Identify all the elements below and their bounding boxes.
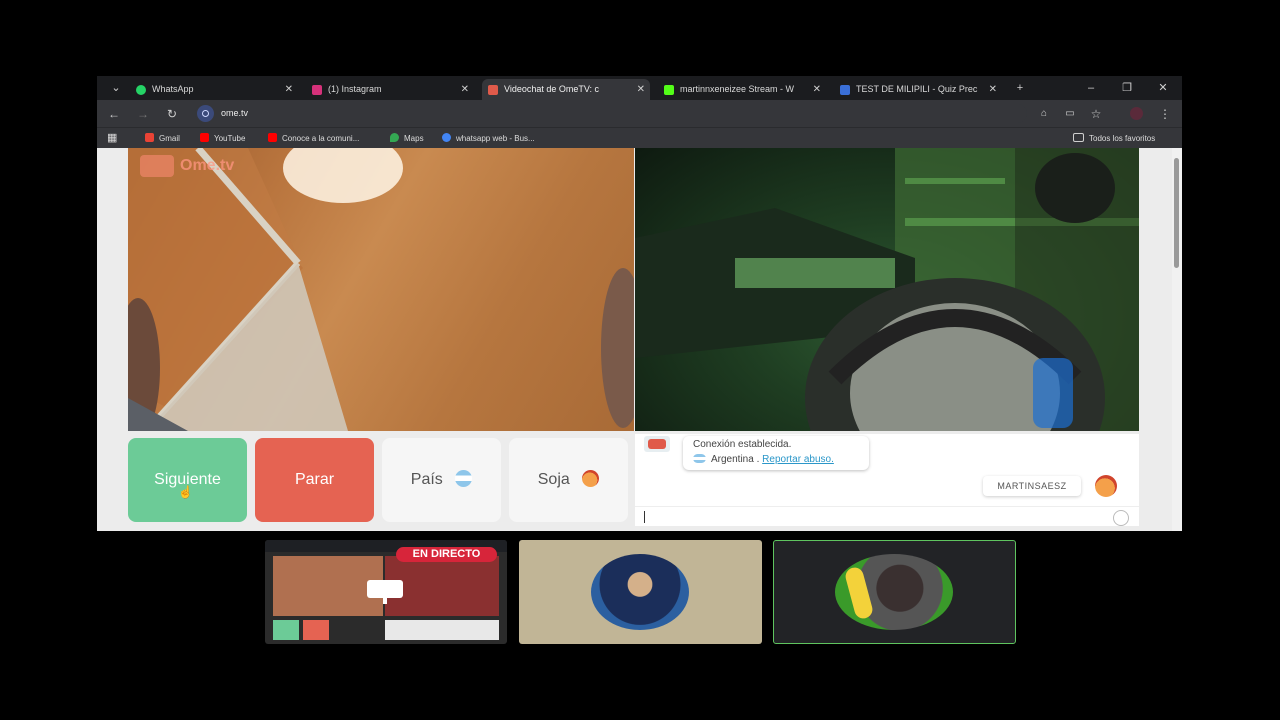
address-bar[interactable]: ome.tv	[195, 104, 1027, 123]
participant-thumbnail[interactable]	[519, 540, 762, 644]
ometv-page: Ome.tv Siguiente ☝ Parar País Soja Conex…	[97, 148, 1172, 531]
gender-button[interactable]: Soja	[509, 438, 628, 522]
tab-search-icon[interactable]: ⌄	[103, 79, 129, 97]
youtube-icon	[200, 133, 209, 142]
emoji-picker-icon[interactable]	[1113, 510, 1129, 526]
folder-icon	[1073, 133, 1084, 142]
restore-button[interactable]: ❐	[1114, 79, 1140, 97]
bookmark-label: YouTube	[214, 134, 246, 143]
argentina-flag-icon	[455, 470, 473, 487]
profile-avatar[interactable]	[1127, 105, 1145, 123]
bookmark-label: Gmail	[159, 134, 180, 143]
tab-label: WhatsApp	[152, 84, 194, 94]
bookmark-star-icon[interactable]: ☆	[1087, 105, 1105, 123]
reload-icon[interactable]: ↻	[163, 105, 181, 123]
apps-grid-icon[interactable]: ▦	[107, 128, 117, 149]
user-avatar-icon	[1095, 475, 1117, 497]
tab-ometv[interactable]: Videochat de OmeTV: c ✕	[482, 79, 650, 100]
menu-icon[interactable]: ⋮	[1156, 105, 1174, 123]
ometv-logo: Ome.tv	[140, 155, 236, 179]
bookmarks-bar: ▦ Gmail YouTube Conoce a la comuni... Ma…	[97, 127, 1182, 149]
ometv-logo-icon	[140, 155, 174, 177]
youtube-icon	[268, 133, 277, 142]
browser-window: ⌄ WhatsApp ✕ (1) Instagram ✕ Videochat d…	[97, 76, 1182, 531]
bookmark-gmail[interactable]: Gmail	[145, 128, 180, 149]
tab-label: Videochat de OmeTV: c	[504, 84, 600, 94]
live-badge: EN DIRECTO	[396, 547, 497, 562]
text-caret	[644, 511, 645, 523]
tab-kick-stream[interactable]: martinnxeneizee Stream - W ✕	[658, 79, 826, 100]
connection-status: Conexión establecida.	[693, 439, 792, 450]
bookmark-label: Maps	[404, 134, 424, 143]
minimize-button[interactable]: –	[1078, 79, 1104, 97]
close-icon[interactable]: ✕	[989, 79, 997, 100]
google-icon	[442, 133, 451, 142]
avatar	[591, 554, 689, 630]
back-icon[interactable]: ←	[105, 105, 123, 123]
gender-button-label: Soja	[537, 471, 570, 488]
whatsapp-icon	[136, 85, 146, 95]
tab-bar: ⌄ WhatsApp ✕ (1) Instagram ✕ Videochat d…	[97, 76, 1182, 100]
bookmark-label: Conoce a la comuni...	[282, 134, 360, 143]
boy-emoji-icon	[582, 470, 600, 487]
new-tab-button[interactable]: +	[1007, 79, 1033, 97]
chat-input[interactable]	[635, 506, 1139, 527]
chat-panel: Conexión establecida. Argentina . Report…	[635, 434, 1139, 526]
url-text: ome.tv	[221, 108, 249, 118]
page-scrollbar[interactable]	[1172, 148, 1182, 531]
country-button[interactable]: País	[382, 438, 501, 522]
bookmark-whatsapp-web[interactable]: whatsapp web - Bus...	[442, 128, 535, 149]
system-message: Conexión establecida. Argentina . Report…	[683, 436, 869, 470]
ometv-icon	[488, 85, 498, 95]
gmail-icon	[145, 133, 154, 142]
stop-button[interactable]: Parar	[255, 438, 374, 522]
translate-icon[interactable]: ⌂	[1035, 105, 1053, 123]
hand-cursor-icon: ☝	[178, 485, 193, 499]
partner-info: Argentina . Reportar abuso.	[693, 454, 834, 465]
bookmark-conoce[interactable]: Conoce a la comuni...	[268, 128, 359, 149]
user-name-tag: MARTINSAESZ	[983, 476, 1081, 496]
ometv-chat-logo	[644, 436, 670, 452]
tab-label: TEST DE MILIPILI - Quiz Prec	[856, 84, 978, 94]
site-info-icon[interactable]	[197, 105, 214, 122]
screen-share-thumbnail[interactable]: EN DIRECTO	[265, 540, 507, 644]
close-window-button[interactable]: ✕	[1150, 79, 1176, 97]
bookmark-label: whatsapp web - Bus...	[456, 134, 535, 143]
close-icon[interactable]: ✕	[461, 79, 469, 100]
argentina-flag-icon	[693, 454, 706, 463]
bookmark-maps[interactable]: Maps	[390, 128, 424, 149]
close-icon[interactable]: ✕	[285, 79, 293, 100]
toolbar: ← → ↻ ome.tv ⌂ ▭ ☆ ⋮	[97, 100, 1182, 127]
maps-icon	[390, 133, 399, 142]
close-icon[interactable]: ✕	[637, 79, 645, 100]
remote-video	[635, 148, 1139, 431]
forward-icon[interactable]: →	[134, 105, 152, 123]
close-icon[interactable]: ✕	[813, 79, 821, 100]
local-video-scene	[128, 148, 634, 431]
tab-quiz[interactable]: TEST DE MILIPILI - Quiz Prec ✕	[834, 79, 1002, 100]
local-video: Ome.tv	[128, 148, 634, 431]
participant-thumbnail-active[interactable]	[773, 540, 1016, 644]
country-button-label: País	[410, 471, 443, 488]
instagram-icon	[312, 85, 322, 95]
partner-country: Argentina .	[711, 454, 760, 465]
cast-icon[interactable]: ▭	[1061, 105, 1079, 123]
all-bookmarks[interactable]: Todos los favoritos	[1073, 128, 1155, 149]
remote-video-scene	[635, 148, 1139, 431]
bookmark-youtube[interactable]: YouTube	[200, 128, 245, 149]
tab-label: (1) Instagram	[328, 84, 382, 94]
ometv-logo-text: Ome.tv	[180, 157, 235, 174]
next-button[interactable]: Siguiente ☝	[128, 438, 247, 522]
tab-instagram[interactable]: (1) Instagram ✕	[306, 79, 474, 100]
all-bookmarks-label: Todos los favoritos	[1089, 134, 1156, 143]
quiz-icon	[840, 85, 850, 95]
tab-whatsapp[interactable]: WhatsApp ✕	[130, 79, 298, 100]
tab-label: martinnxeneizee Stream - W	[680, 84, 795, 94]
report-abuse-link[interactable]: Reportar abuso.	[762, 454, 834, 465]
stop-button-label: Parar	[294, 471, 335, 488]
scrollbar-thumb[interactable]	[1174, 158, 1179, 268]
kick-icon	[664, 85, 674, 95]
